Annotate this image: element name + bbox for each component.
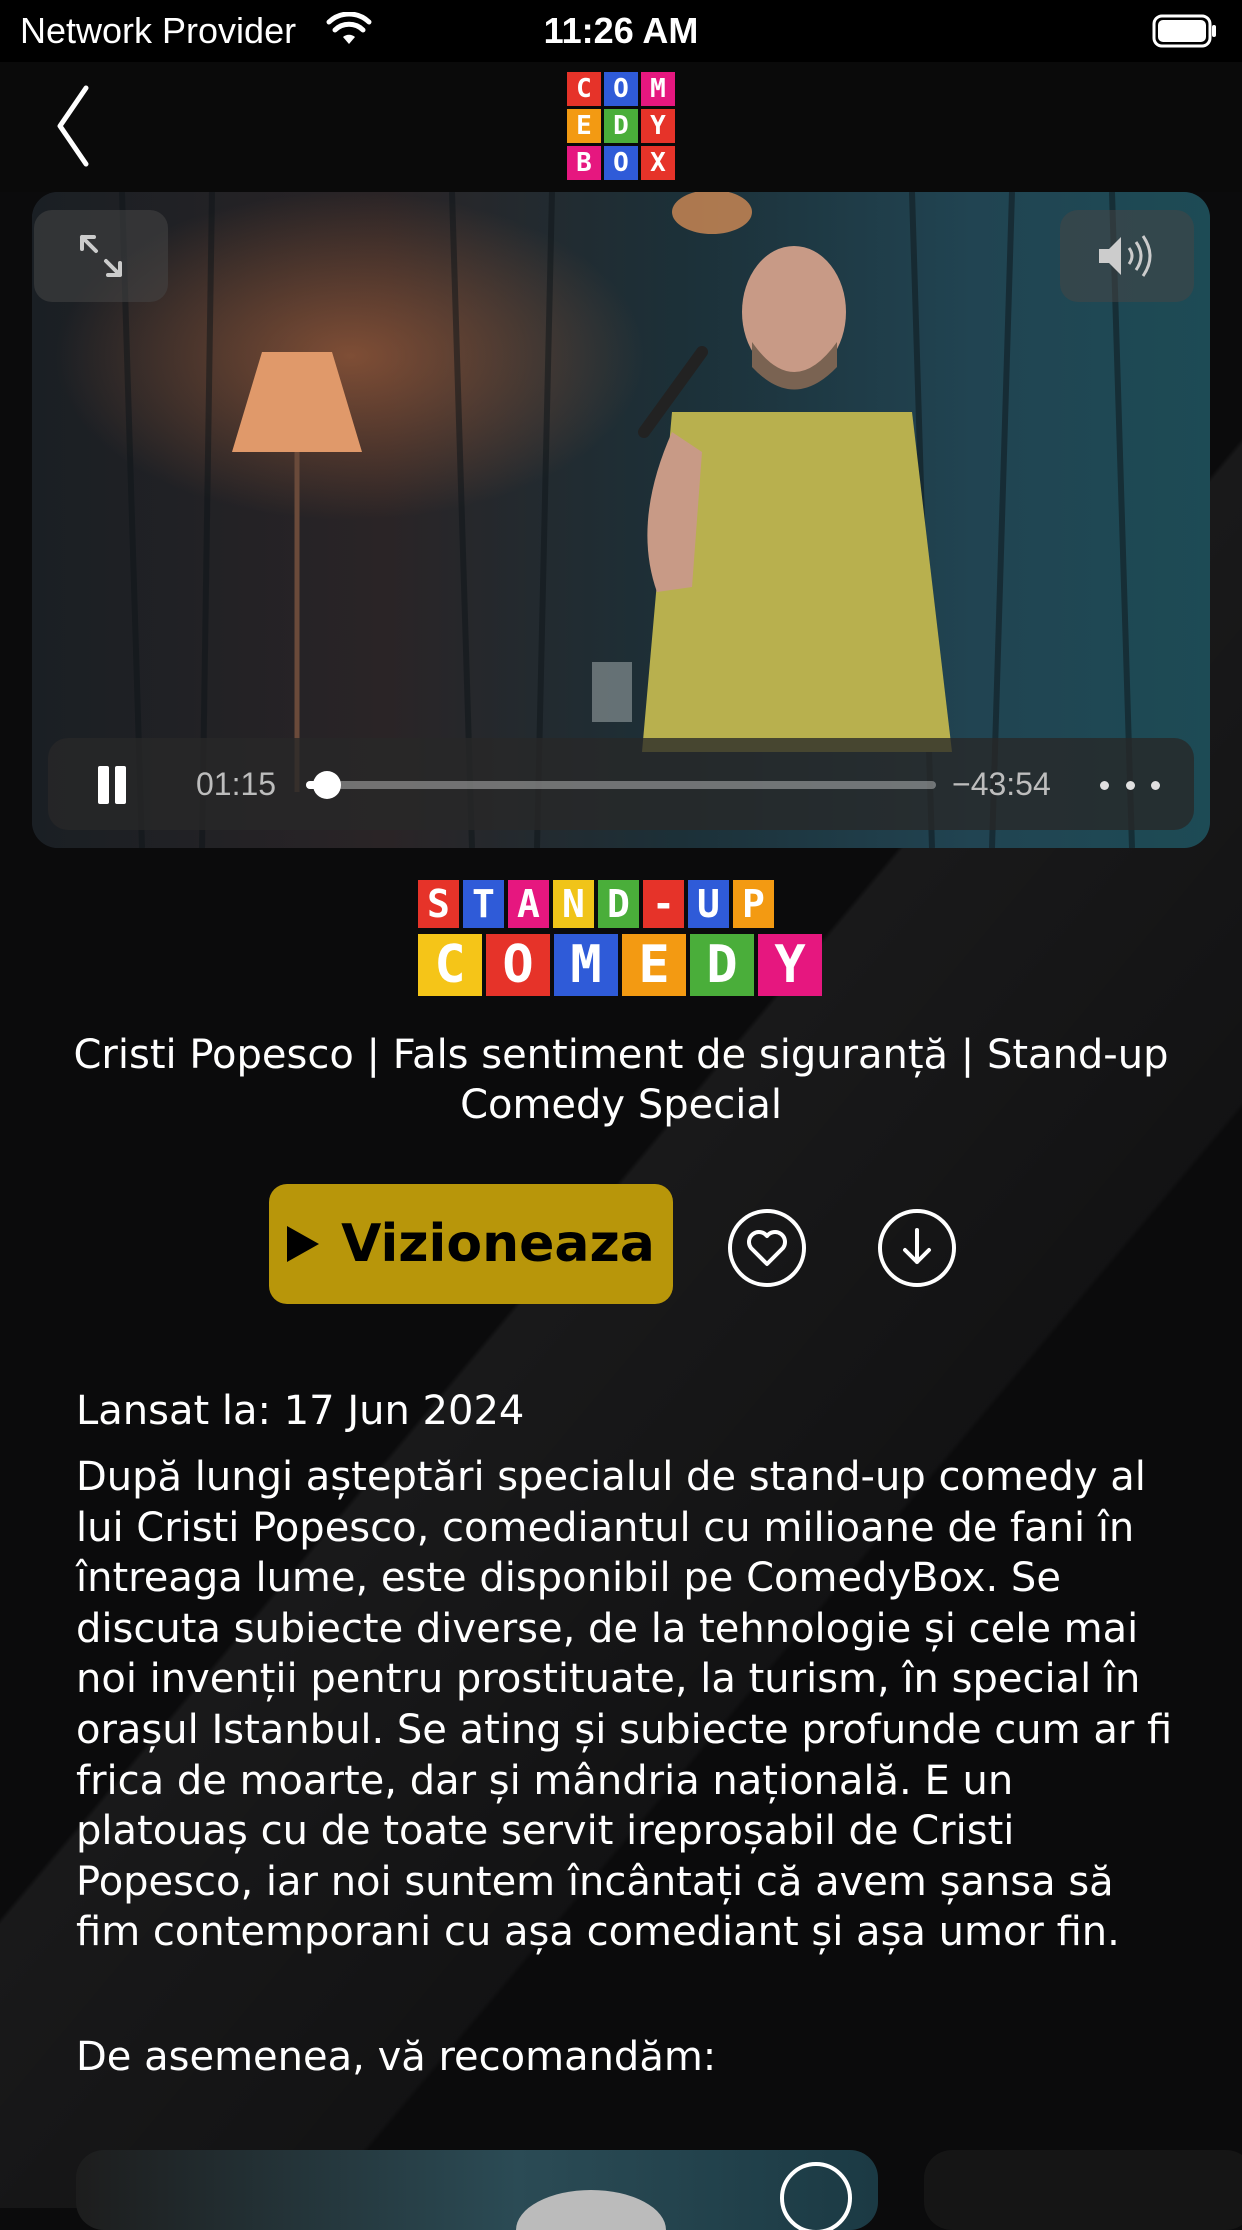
- recommendation-card[interactable]: [76, 2150, 878, 2230]
- heart-icon[interactable]: [776, 2158, 856, 2230]
- logo-tile: Y: [641, 109, 675, 143]
- thumbnail-face: [516, 2190, 666, 2230]
- logo-tile: X: [641, 146, 675, 180]
- logo-letter: C: [418, 934, 482, 996]
- top-nav: COMEDYBOX: [0, 62, 1242, 192]
- volume-button[interactable]: [1060, 210, 1194, 302]
- download-button[interactable]: [878, 1209, 956, 1287]
- watch-button-label: Vizioneaza: [341, 1214, 655, 1274]
- episode-title: Cristi Popesco | Fals sentiment de sigur…: [73, 1032, 1169, 1128]
- logo-letter: N: [553, 880, 594, 928]
- logo-tile: O: [604, 146, 638, 180]
- recommendation-card[interactable]: [924, 2150, 1242, 2230]
- remaining-time: −43:54: [952, 766, 1051, 802]
- logo-tile: E: [567, 109, 601, 143]
- fullscreen-button[interactable]: [34, 210, 168, 302]
- release-date: Lansat la: 17 Jun 2024: [76, 1388, 525, 1434]
- status-bar: Network Provider 11:26 AM: [0, 0, 1242, 62]
- scrubber-handle[interactable]: [313, 771, 342, 799]
- video-player[interactable]: 01:15 −43:54: [32, 192, 1210, 848]
- logo-tile: B: [567, 146, 601, 180]
- speaker-icon: [1099, 235, 1152, 277]
- back-chevron-icon[interactable]: [52, 84, 96, 168]
- logo-letter: T: [463, 880, 504, 928]
- clock: 11:26 AM: [543, 10, 699, 51]
- logo-tile: O: [604, 72, 638, 106]
- standup-comedy-logo: STAND-UP COMEDY: [418, 880, 824, 996]
- watch-button[interactable]: Vizioneaza: [269, 1184, 673, 1304]
- download-arrow-icon: [903, 1228, 931, 1264]
- description: După lungi așteptări specialul de stand-…: [76, 1454, 1173, 1956]
- play-icon: [287, 1226, 320, 1262]
- progress-scrubber[interactable]: [306, 771, 936, 799]
- logo-tile: D: [604, 109, 638, 143]
- more-options-button[interactable]: [1100, 768, 1160, 802]
- logo-letter: S: [418, 880, 459, 928]
- logo-letter: A: [508, 880, 549, 928]
- logo-letter: U: [688, 880, 729, 928]
- playback-controls: 01:15 −43:54: [48, 738, 1194, 830]
- logo-letter: D: [690, 934, 754, 996]
- logo-letter: -: [643, 880, 684, 928]
- expand-arrows-icon: [80, 235, 122, 277]
- battery-icon: [1152, 14, 1216, 48]
- logo-tile: C: [567, 72, 601, 106]
- favorite-button[interactable]: [728, 1209, 806, 1287]
- logo-letter: Y: [758, 934, 822, 996]
- pause-button[interactable]: [94, 766, 130, 804]
- logo-letter: E: [622, 934, 686, 996]
- logo-letter: O: [486, 934, 550, 996]
- elapsed-time: 01:15: [196, 766, 277, 802]
- recommendations-heading: De asemenea, vă recomandăm:: [76, 2034, 717, 2080]
- logo-letter: D: [598, 880, 639, 928]
- comedybox-logo: COMEDYBOX: [567, 72, 675, 180]
- logo-tile: M: [641, 72, 675, 106]
- logo-letter: P: [733, 880, 774, 928]
- heart-icon: [747, 1230, 787, 1266]
- logo-letter: M: [554, 934, 618, 996]
